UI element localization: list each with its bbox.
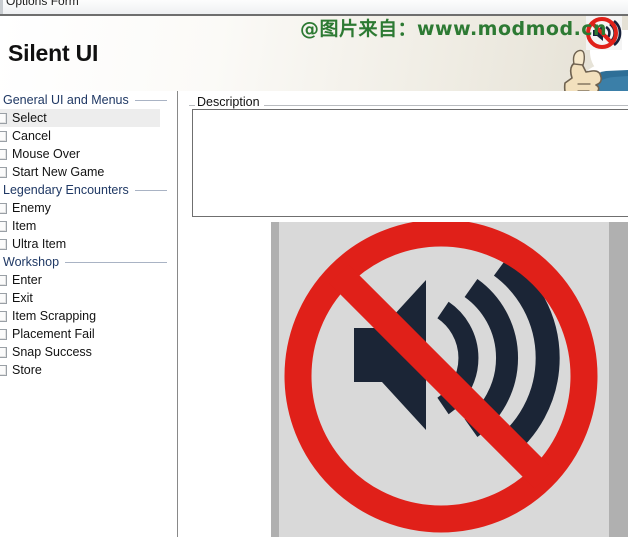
sidebar-item-start-new-game[interactable]: Start New Game (0, 163, 177, 181)
sidebar-item-snap-success[interactable]: Snap Success (0, 343, 177, 361)
sidebar-item-mouse-over[interactable]: Mouse Over (0, 145, 177, 163)
sidebar-item-enter[interactable]: Enter (0, 271, 177, 289)
section-divider (134, 99, 167, 101)
sidebar-item-label: Store (12, 363, 42, 377)
detail-pane: Description (179, 91, 628, 537)
sidebar-item-label: Item (12, 219, 37, 233)
section-divider (134, 189, 167, 191)
sidebar-item-label: Exit (12, 291, 33, 305)
watermark-text: @图片来自：www.modmod.cn (300, 18, 608, 40)
sidebar-item-label: Enemy (12, 201, 51, 215)
checkbox-ultra-item[interactable] (0, 238, 7, 250)
options-form-window: Options Form Silent UI @图片来自：www.modmod.… (0, 0, 628, 537)
description-label: Description (195, 95, 264, 109)
sidebar-item-label: Start New Game (12, 165, 105, 179)
sidebar-item-label: Mouse Over (12, 147, 81, 161)
sidebar-section-label: Legendary Encounters (3, 183, 129, 197)
checkbox-enter[interactable] (0, 274, 7, 286)
sidebar-section-header-workshop: Workshop (0, 253, 177, 271)
checkbox-start-new-game[interactable] (0, 166, 7, 178)
sidebar-item-store[interactable]: Store (0, 361, 177, 379)
content-area: General UI and Menus Select Cancel Mouse… (0, 91, 628, 537)
checkbox-select[interactable] (0, 112, 7, 124)
sidebar-section-label: Workshop (3, 255, 60, 269)
window-titlebar: Options Form (0, 0, 628, 14)
sidebar-item-select[interactable]: Select (0, 109, 160, 127)
sidebar-item-label: Enter (12, 273, 42, 287)
sidebar-section-header-general-ui-and-menus: General UI and Menus (0, 91, 177, 109)
checkbox-placement-fail[interactable] (0, 328, 7, 340)
section-divider (65, 261, 167, 263)
sidebar-item-ultra-item[interactable]: Ultra Item (0, 235, 177, 253)
header-band: Silent UI @图片来自：www.modmod.cn (0, 14, 628, 91)
description-box[interactable] (192, 109, 628, 217)
titlebar-left-edge (0, 0, 3, 14)
sidebar-section-header-legendary-encounters: Legendary Encounters (0, 181, 177, 199)
sidebar-item-label: Snap Success (12, 345, 92, 359)
checkbox-store[interactable] (0, 364, 7, 376)
checkbox-item-scrapping[interactable] (0, 310, 7, 322)
sidebar-item-label: Select (12, 111, 47, 125)
checkbox-mouse-over[interactable] (0, 148, 7, 160)
window-title: Options Form (6, 0, 79, 8)
no-sound-mute-symbol-icon (271, 222, 628, 537)
sidebar-item-label: Ultra Item (12, 237, 67, 251)
sidebar-item-item-scrapping[interactable]: Item Scrapping (0, 307, 177, 325)
sidebar-item-enemy[interactable]: Enemy (0, 199, 177, 217)
preview-image-panel (271, 222, 628, 537)
checkbox-enemy[interactable] (0, 202, 7, 214)
page-title: Silent UI (8, 40, 99, 66)
options-sidebar[interactable]: General UI and Menus Select Cancel Mouse… (0, 91, 178, 537)
description-group: Description (189, 95, 628, 219)
sidebar-section-label: General UI and Menus (3, 93, 129, 107)
sidebar-item-cancel[interactable]: Cancel (0, 127, 177, 145)
checkbox-snap-success[interactable] (0, 346, 7, 358)
sidebar-item-label: Placement Fail (12, 327, 95, 341)
sidebar-item-item[interactable]: Item (0, 217, 177, 235)
checkbox-exit[interactable] (0, 292, 7, 304)
checkbox-item[interactable] (0, 220, 7, 232)
description-input[interactable] (193, 110, 628, 216)
sidebar-item-placement-fail[interactable]: Placement Fail (0, 325, 177, 343)
sidebar-item-exit[interactable]: Exit (0, 289, 177, 307)
checkbox-cancel[interactable] (0, 130, 7, 142)
sidebar-item-label: Cancel (12, 129, 51, 143)
sidebar-item-label: Item Scrapping (12, 309, 97, 323)
